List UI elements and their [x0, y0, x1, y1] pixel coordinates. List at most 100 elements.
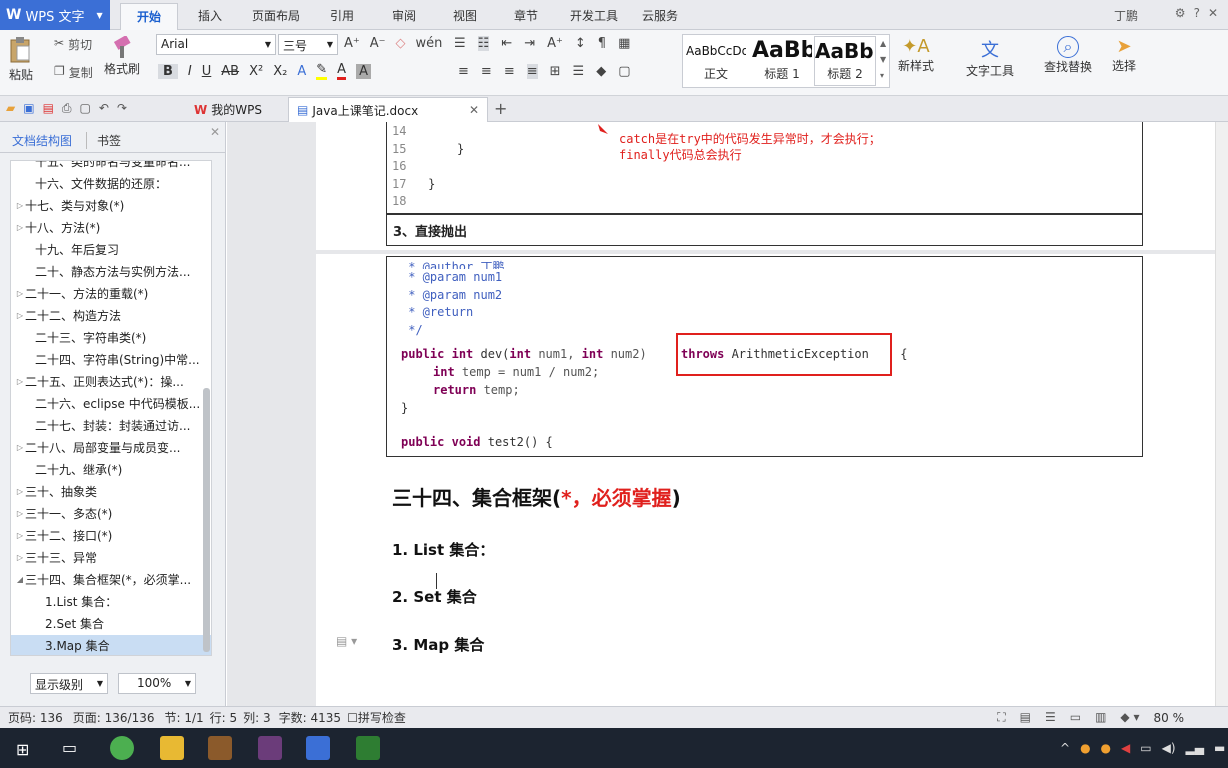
line-spacing-icon[interactable]: ☰ — [573, 64, 585, 79]
pdf-icon[interactable]: ▤ — [43, 101, 54, 116]
ime-icon[interactable]: ▬ — [1214, 741, 1225, 755]
style-card[interactable]: AaBbCcDd 正文 — [685, 36, 747, 86]
char-shading-icon[interactable]: A — [356, 63, 371, 79]
app-s-icon[interactable] — [208, 736, 232, 760]
expand-icon[interactable]: ▷ — [15, 283, 25, 305]
outline-item[interactable]: ▷ 十七、类与对象(*) — [11, 195, 211, 217]
outline-item[interactable]: 二十九、继承(*) — [11, 459, 211, 481]
style-card[interactable]: AaBb 标题 1 — [751, 36, 813, 86]
chevron-up-icon[interactable]: ^ — [1060, 741, 1070, 755]
outline-view-icon[interactable]: ☰ — [1045, 710, 1056, 725]
text-effect-icon[interactable]: A — [297, 64, 306, 79]
redo-icon[interactable]: ↷ — [117, 101, 127, 116]
select-button[interactable]: ➤ 选择 — [1112, 36, 1136, 74]
outline-item[interactable]: ▷ 二十一、方法的重载(*) — [11, 283, 211, 305]
wps-taskbar-icon[interactable] — [306, 736, 330, 760]
outline-item[interactable]: 十九、年后复习 — [11, 239, 211, 261]
volume-muted-icon[interactable]: ◀ — [1121, 741, 1130, 755]
undo-icon[interactable]: ↶ — [99, 101, 109, 116]
tab-my-wps[interactable]: W 我的WPS — [186, 97, 270, 122]
subscript-icon[interactable]: X₂ — [273, 64, 287, 79]
close-icon[interactable]: ✕ — [210, 125, 220, 139]
spell-check[interactable]: ☐拼写检查 — [347, 709, 406, 726]
folder-icon[interactable] — [160, 736, 184, 760]
numbered-list-icon[interactable]: ☷ — [477, 36, 490, 51]
outline-item[interactable]: 3.Map 集合 — [11, 635, 211, 655]
increase-indent-icon[interactable]: ⇥ — [524, 36, 535, 51]
align-center-icon[interactable]: ≡ — [481, 64, 492, 79]
menu-item[interactable]: 开始 — [120, 3, 179, 30]
outline-item[interactable]: ▷ 十八、方法(*) — [11, 217, 211, 239]
expand-icon[interactable]: ▷ — [15, 195, 25, 217]
outline-item[interactable]: 二十七、封装：封装通过访... — [11, 415, 211, 437]
app-game-icon[interactable] — [258, 736, 282, 760]
superscript-icon[interactable]: X² — [249, 64, 263, 79]
grow-font-icon[interactable]: A⁺ — [344, 36, 360, 51]
windows-start-icon[interactable]: ⊞ — [16, 740, 29, 759]
menu-item[interactable]: 引用 — [330, 7, 354, 24]
underline-icon[interactable]: U — [202, 64, 212, 79]
show-marks-icon[interactable]: ¶ — [598, 36, 606, 51]
tab-bookmark[interactable]: 书签 — [86, 132, 121, 149]
nav-scrollbar[interactable] — [203, 388, 210, 652]
new-style-button[interactable]: ✦A 新样式 — [898, 36, 934, 74]
clear-format-icon[interactable]: ◇ — [396, 36, 406, 51]
outline-item[interactable]: 2.Set 集合 — [11, 613, 211, 635]
justify-icon[interactable]: ≡ — [526, 64, 538, 79]
task-view-icon[interactable]: ▭ — [62, 738, 77, 757]
new-tab-icon[interactable]: + — [494, 99, 507, 118]
outline-item[interactable]: ▷ 三十二、接口(*) — [11, 525, 211, 547]
level-select[interactable]: 显示级别 ▼ — [30, 673, 108, 694]
protect-icon[interactable]: ◆ ▾ — [1120, 710, 1139, 725]
open-icon[interactable]: ▰ — [6, 101, 15, 116]
network-icon[interactable]: ▂▄ — [1186, 741, 1204, 755]
print-icon[interactable]: ⎙ — [62, 101, 72, 116]
fullscreen-icon[interactable]: ⛶ — [997, 710, 1005, 725]
font-size-select[interactable]: 三号 ▼ — [278, 34, 338, 55]
cut-button[interactable]: ✂ 剪切 — [54, 36, 92, 53]
outline-item[interactable]: ▷ 二十二、构造方法 — [11, 305, 211, 327]
outline-item[interactable]: 二十四、字符串(String)中常... — [11, 349, 211, 371]
volume-icon[interactable]: ◀) — [1162, 741, 1176, 755]
strikethrough-icon[interactable]: AB — [221, 64, 239, 79]
tray-app-icon[interactable]: ● — [1080, 741, 1090, 755]
outline-item[interactable]: ◢ 三十四、集合框架(*，必须掌... — [11, 569, 211, 591]
outline-item[interactable]: 二十六、eclipse 中代码模板... — [11, 393, 211, 415]
reading-view-icon[interactable]: ▥ — [1095, 710, 1106, 725]
outline-item[interactable]: ▷ 三十、抽象类 — [11, 481, 211, 503]
decrease-indent-icon[interactable]: ⇤ — [501, 36, 512, 51]
shrink-font-icon[interactable]: A⁻ — [370, 36, 386, 51]
expand-icon[interactable]: ▷ — [15, 305, 25, 327]
outline-item[interactable]: 二十三、字符串类(*) — [11, 327, 211, 349]
close-icon[interactable]: ✕ — [469, 103, 479, 117]
vertical-scrollbar[interactable] — [1215, 122, 1228, 706]
format-painter-button[interactable]: 格式刷 — [104, 36, 140, 77]
gallery-scroll[interactable]: ▲ ▼ ▾ — [880, 36, 886, 84]
help-icon[interactable]: ? — [1194, 6, 1200, 20]
outline-item[interactable]: 二十、静态方法与实例方法... — [11, 261, 211, 283]
expand-icon[interactable]: ▷ — [15, 547, 25, 569]
tray-app-icon[interactable]: ● — [1101, 741, 1111, 755]
fill-icon[interactable]: ◆ — [596, 64, 606, 79]
outline-item[interactable]: ▷ 三十一、多态(*) — [11, 503, 211, 525]
highlight-icon[interactable]: ✎ — [316, 62, 328, 80]
user-name[interactable]: 丁鹏 — [1114, 7, 1138, 24]
paste-button[interactable]: 粘贴 — [8, 36, 34, 83]
outline-item[interactable]: 十五、类的命名与变量命名... — [11, 161, 211, 173]
sort-icon[interactable]: ↕ — [575, 36, 586, 51]
distribute-icon[interactable]: ⊞ — [550, 64, 561, 79]
settings-icon[interactable]: ⚙ — [1175, 6, 1186, 20]
expand-icon[interactable]: ▷ — [15, 481, 25, 503]
expand-icon[interactable]: ▷ — [15, 503, 25, 525]
status-zoom[interactable]: 80 % — [1154, 711, 1185, 725]
tab-outline[interactable]: 文档结构图 — [12, 132, 72, 149]
outline-item[interactable]: ▷ 二十八、局部变量与成员变... — [11, 437, 211, 459]
expand-icon[interactable]: ▷ — [15, 371, 25, 393]
web-view-icon[interactable]: ▭ — [1070, 710, 1081, 725]
bullet-list-icon[interactable]: ☰ — [454, 36, 466, 51]
battery-icon[interactable]: ▭ — [1140, 741, 1151, 755]
border-icon[interactable]: ▢ — [618, 64, 630, 79]
table-icon[interactable]: ▦ — [618, 36, 630, 51]
paragraph-menu-icon[interactable]: ▤ ▾ — [336, 634, 357, 648]
phonetic-icon[interactable]: wén — [416, 36, 443, 51]
